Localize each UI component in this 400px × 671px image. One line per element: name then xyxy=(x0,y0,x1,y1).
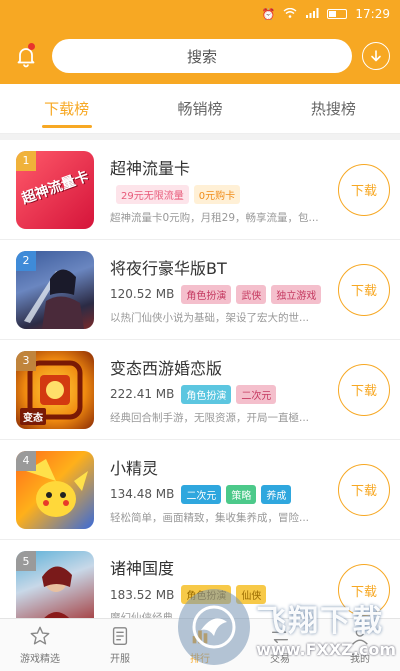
app-name: 小精灵 xyxy=(110,458,159,478)
app-name: 诸神国度 xyxy=(110,559,175,578)
nav-label: 开服 xyxy=(110,654,130,665)
app-name: 超神流量卡 xyxy=(110,158,191,178)
download-manager-button[interactable] xyxy=(362,42,390,70)
app-description: 轻松简单，画面精致，集收集养成，冒险... xyxy=(110,511,310,524)
tag: 角色扮演 xyxy=(181,284,232,304)
tag: 二次元 xyxy=(181,484,222,504)
rank-badge: 5 xyxy=(16,551,36,571)
app-icon: 4 xyxy=(16,450,94,529)
download-button[interactable]: 下载 xyxy=(338,363,390,416)
app-name: 变态西游婚恋版 xyxy=(110,358,223,378)
watermark: 飞翔下载 www.FXXZ.com xyxy=(178,585,396,669)
signal-icon xyxy=(305,7,319,21)
tab-label: 热搜榜 xyxy=(310,100,356,118)
app-description: 超神流量卡0元购，月租29，畅享流量，包... xyxy=(110,211,319,224)
tab-downloads[interactable]: 下载榜 xyxy=(0,84,133,133)
wings-icon xyxy=(192,605,236,649)
tag: 养成 xyxy=(261,484,292,504)
nav-label: 游戏精选 xyxy=(20,654,60,665)
app-meta: 134.48 MB 二次元 策略 养成 xyxy=(110,484,338,504)
download-button[interactable]: 下载 xyxy=(338,463,390,516)
ranking-tabs: 下载榜 畅销榜 热搜榜 xyxy=(0,84,400,134)
bell-button[interactable] xyxy=(10,40,42,72)
download-label: 下载 xyxy=(350,284,377,299)
document-icon xyxy=(112,627,128,645)
top-header: 搜索 xyxy=(0,28,400,84)
status-bar: ⏰ 17:29 xyxy=(0,0,400,28)
nav-server-open[interactable]: 开服 xyxy=(80,619,160,671)
app-info: 变态西游婚恋版 222.41 MB 角色扮演 二次元 经典回合制手游，无限资源，… xyxy=(110,355,338,425)
download-label: 下载 xyxy=(350,484,377,499)
app-icon: 2 xyxy=(16,250,94,329)
rank-badge: 4 xyxy=(16,450,36,471)
app-description: 经典回合制手游，无限资源，开局一直極... xyxy=(110,411,310,424)
app-info: 将夜行豪华版BT 120.52 MB 角色扮演 武侠 独立游戏 以热门仙侠小说为… xyxy=(110,255,338,325)
app-icon: 1 超神流量卡 xyxy=(16,150,94,229)
download-label: 下载 xyxy=(350,384,377,399)
tab-label: 畅销榜 xyxy=(177,100,223,118)
status-time: 17:29 xyxy=(355,7,390,21)
app-list: 1 超神流量卡 超神流量卡 29元无限流量 0元购卡 超神流量卡0元购，月租29… xyxy=(0,140,400,640)
download-arrow-icon xyxy=(371,50,381,62)
app-info: 超神流量卡 29元无限流量 0元购卡 超神流量卡0元购，月租29，畅享流量，包.… xyxy=(110,155,338,225)
app-info: 小精灵 134.48 MB 二次元 策略 养成 轻松简单，画面精致，集收集养成，… xyxy=(110,455,338,525)
app-icon: 3 变态 xyxy=(16,350,94,429)
app-meta: 29元无限流量 0元购卡 xyxy=(110,184,338,204)
download-button[interactable]: 下载 xyxy=(338,163,390,216)
app-icon-text: 超神流量卡 xyxy=(19,167,91,207)
wifi-icon xyxy=(283,7,297,21)
alarm-icon: ⏰ xyxy=(261,7,276,21)
download-button[interactable]: 下载 xyxy=(338,263,390,316)
tag: 0元购卡 xyxy=(193,184,241,204)
list-item[interactable]: 3 变态 变态西游婚恋版 222.41 MB 角色扮演 二次元 经典回合制手游，… xyxy=(0,340,400,440)
list-item[interactable]: 2 将夜行豪华版BT 120.52 MB 角色扮演 武侠 独立游戏 以热门仙侠小… xyxy=(0,240,400,340)
app-description: 以热门仙侠小说为基础，架设了宏大的世... xyxy=(110,311,310,324)
star-icon xyxy=(30,626,50,645)
tab-bestselling[interactable]: 畅销榜 xyxy=(133,84,266,133)
tag: 武侠 xyxy=(236,284,267,304)
tab-label: 下载榜 xyxy=(44,100,90,118)
watermark-title: 飞翔下载 xyxy=(256,603,385,639)
battery-icon xyxy=(327,9,348,19)
app-size: 183.52 MB xyxy=(110,587,175,602)
rank-badge: 2 xyxy=(16,250,36,271)
search-input[interactable]: 搜索 xyxy=(52,39,352,73)
watermark-text: 飞翔下载 www.FXXZ.com xyxy=(256,596,396,659)
app-icon-text: 变态 xyxy=(20,407,46,425)
tag: 29元无限流量 xyxy=(116,184,189,204)
app-meta: 222.41 MB 角色扮演 二次元 xyxy=(110,384,338,404)
tab-hot-search[interactable]: 热搜榜 xyxy=(267,84,400,133)
tag: 独立游戏 xyxy=(271,284,322,304)
tag: 策略 xyxy=(226,484,257,504)
app-name: 将夜行豪华版BT xyxy=(110,258,227,278)
watermark-url: www.FXXZ.com xyxy=(256,639,396,659)
notification-badge xyxy=(28,43,35,50)
list-item[interactable]: 1 超神流量卡 超神流量卡 29元无限流量 0元购卡 超神流量卡0元购，月租29… xyxy=(0,140,400,240)
tag: 二次元 xyxy=(236,384,277,404)
rank-badge: 1 xyxy=(16,150,36,171)
list-item[interactable]: 4 小精灵 134.48 MB 二次元 策略 养成 轻松简单，画面精致，集收集养… xyxy=(0,440,400,540)
app-size: 222.41 MB xyxy=(110,387,175,401)
app-meta: 120.52 MB 角色扮演 武侠 独立游戏 xyxy=(110,284,338,304)
app-size: 134.48 MB xyxy=(110,487,175,501)
rank-badge: 3 xyxy=(16,350,36,371)
watermark-logo xyxy=(178,589,251,665)
download-label: 下载 xyxy=(350,184,377,199)
search-label: 搜索 xyxy=(186,47,217,66)
nav-featured[interactable]: 游戏精选 xyxy=(0,619,80,671)
app-size: 120.52 MB xyxy=(110,287,175,301)
tag: 角色扮演 xyxy=(181,384,232,404)
